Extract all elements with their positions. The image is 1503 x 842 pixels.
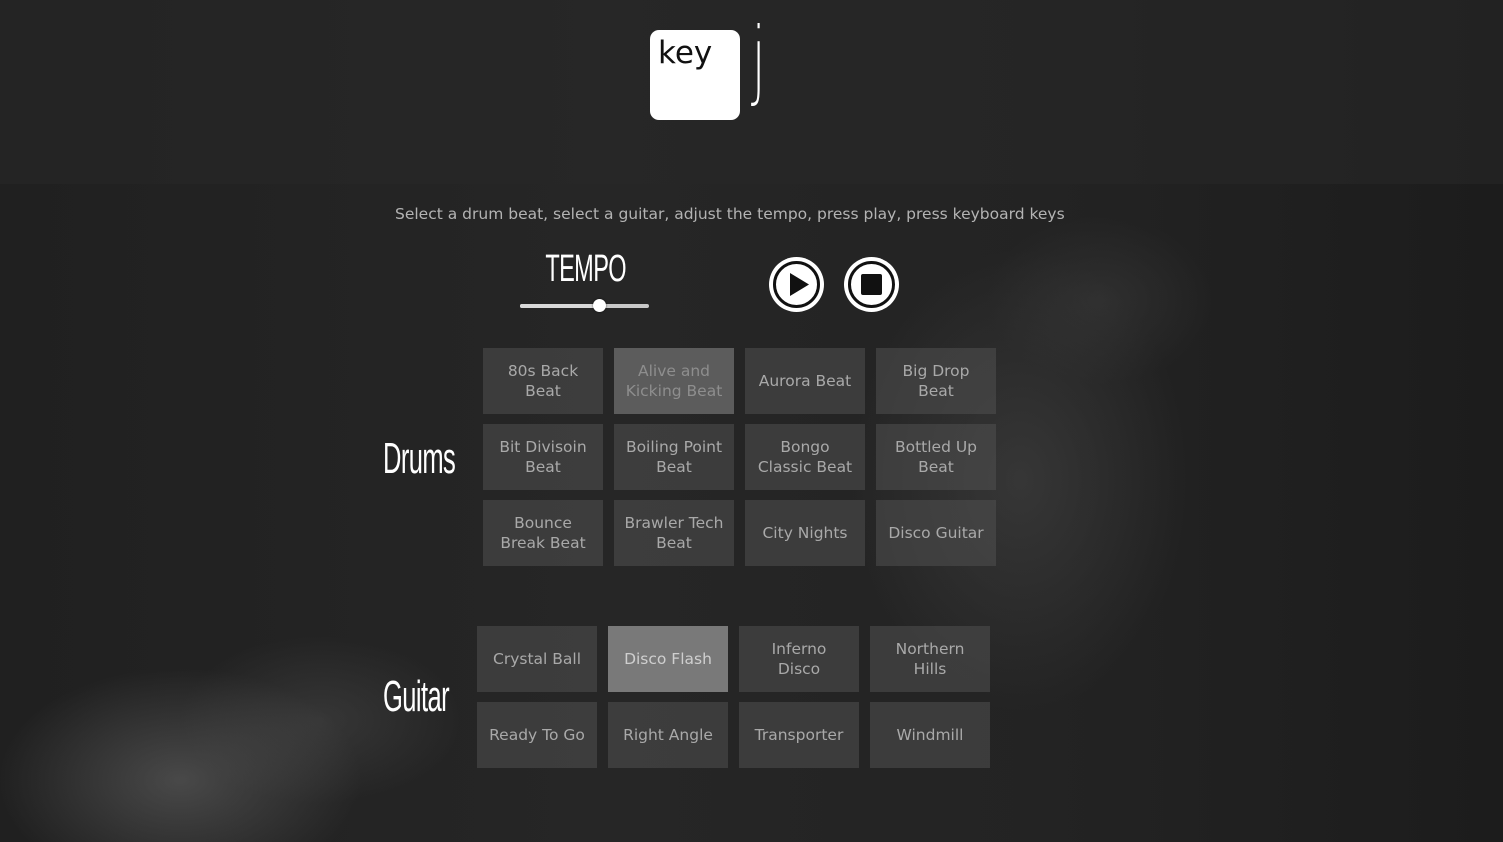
- guitar-tile[interactable]: Transporter: [739, 702, 859, 768]
- logo-key-text: key: [658, 35, 713, 71]
- drum-beat-tile[interactable]: Boiling Point Beat: [614, 424, 734, 490]
- drum-beat-tile[interactable]: Bounce Break Beat: [483, 500, 603, 566]
- tempo-slider[interactable]: [520, 299, 649, 312]
- tempo-label: TEMPO: [545, 248, 626, 290]
- drums-section-label: Drums: [383, 434, 456, 483]
- guitar-tile[interactable]: Northern Hills: [870, 626, 990, 692]
- guitar-tile[interactable]: Disco Flash: [608, 626, 728, 692]
- drum-beat-tile[interactable]: Aurora Beat: [745, 348, 865, 414]
- drum-beat-tile[interactable]: Big Drop Beat: [876, 348, 996, 414]
- drum-beat-tile[interactable]: Bongo Classic Beat: [745, 424, 865, 490]
- drum-beat-tile[interactable]: Alive and Kicking Beat: [614, 348, 734, 414]
- instructions-text: Select a drum beat, select a guitar, adj…: [395, 205, 1065, 223]
- play-icon: [773, 261, 820, 308]
- guitar-tile[interactable]: Right Angle: [608, 702, 728, 768]
- drum-beat-tile[interactable]: City Nights: [745, 500, 865, 566]
- guitar-tile[interactable]: Ready To Go: [477, 702, 597, 768]
- play-button[interactable]: [769, 257, 824, 312]
- guitar-tile[interactable]: Windmill: [870, 702, 990, 768]
- drum-beat-tile[interactable]: Bit Divisoin Beat: [483, 424, 603, 490]
- drum-beat-grid: 80s Back Beat Alive and Kicking Beat Aur…: [483, 348, 996, 566]
- tempo-slider-fill: [520, 304, 599, 308]
- guitar-tile[interactable]: Crystal Ball: [477, 626, 597, 692]
- app-logo: key j: [650, 16, 780, 122]
- stop-icon: [848, 261, 895, 308]
- logo-key-cap: key: [650, 30, 740, 120]
- guitar-grid: Crystal Ball Disco Flash Inferno Disco N…: [477, 626, 990, 768]
- guitar-section-label: Guitar: [383, 672, 450, 721]
- guitar-tile[interactable]: Inferno Disco: [739, 626, 859, 692]
- tempo-slider-thumb[interactable]: [592, 299, 606, 312]
- drum-beat-tile[interactable]: Disco Guitar: [876, 500, 996, 566]
- drum-beat-tile[interactable]: Brawler Tech Beat: [614, 500, 734, 566]
- stop-button[interactable]: [844, 257, 899, 312]
- logo-j-text: j: [752, 9, 766, 109]
- drum-beat-tile[interactable]: 80s Back Beat: [483, 348, 603, 414]
- drum-beat-tile[interactable]: Bottled Up Beat: [876, 424, 996, 490]
